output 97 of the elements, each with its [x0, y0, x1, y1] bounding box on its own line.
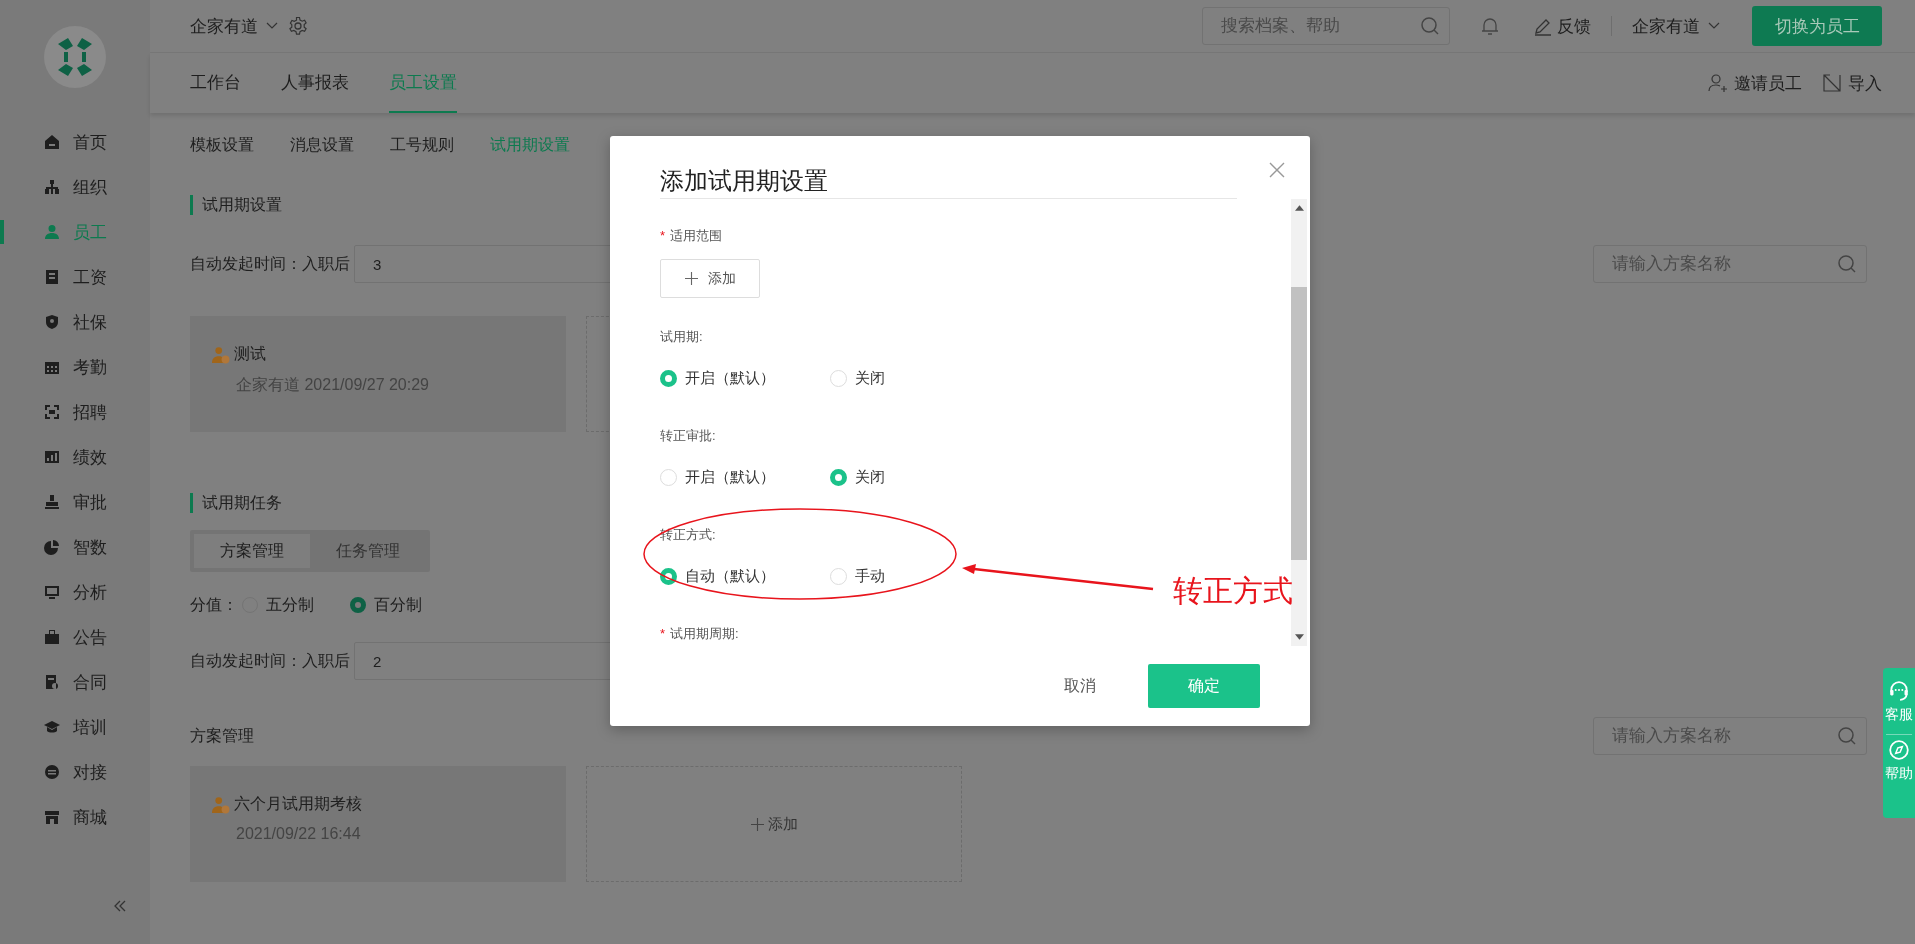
person-icon	[44, 224, 60, 240]
sidebar-item[interactable]: 社保	[0, 302, 150, 342]
radio-button[interactable]	[350, 597, 366, 613]
label-text: 适用范围	[670, 228, 723, 243]
label-text: 转正审批:	[660, 428, 716, 443]
required-mark: *	[660, 626, 666, 641]
add-person-icon[interactable]	[1708, 73, 1728, 93]
widget-label[interactable]: 客服	[1885, 706, 1913, 724]
sidebar-item[interactable]: 公告	[0, 617, 150, 657]
scrollbar[interactable]	[1291, 199, 1307, 646]
section-title: 方案管理	[190, 725, 254, 746]
field-label: 自动发起时间：入职后	[190, 253, 350, 274]
radio-label: 开启（默认）	[685, 368, 775, 388]
radio-label: 自动（默认）	[685, 566, 775, 586]
required-mark: *	[660, 228, 666, 243]
settings-icon[interactable]	[288, 16, 308, 36]
monitor-icon	[44, 584, 60, 600]
sidebar-item[interactable]: 对接	[0, 752, 150, 792]
plus-icon	[684, 272, 698, 285]
nav-tab[interactable]: 人事报表	[281, 53, 349, 113]
radio-label: 五分制	[266, 594, 314, 615]
company-name[interactable]: 企家有道	[190, 14, 258, 38]
sidebar-item[interactable]: 招聘	[0, 392, 150, 432]
segment-tab[interactable]: 方案管理	[194, 534, 310, 568]
pie-chart-icon	[44, 539, 60, 555]
bell-icon[interactable]	[1480, 16, 1500, 36]
plus-icon	[750, 817, 764, 831]
chevron-down-icon[interactable]	[1708, 22, 1720, 30]
confirm-button[interactable]: 确定	[1148, 664, 1260, 708]
house-icon	[44, 134, 60, 150]
radio-label: 手动	[855, 566, 885, 586]
sidebar-item[interactable]: 合同	[0, 662, 150, 702]
action-link[interactable]: 导入	[1848, 53, 1882, 113]
account-name[interactable]: 企家有道	[1632, 14, 1700, 38]
dialog-title: 添加试用期设置	[660, 164, 1237, 199]
segment-tab[interactable]: 任务管理	[310, 534, 426, 568]
scan-frame-icon	[44, 404, 60, 420]
sub-tab[interactable]: 工号规则	[390, 135, 454, 155]
sidebar-item[interactable]: 绩效	[0, 437, 150, 477]
label-text: 试用期周期:	[670, 626, 739, 641]
sidebar-item[interactable]: 考勤	[0, 347, 150, 387]
headset-icon[interactable]	[1888, 680, 1910, 702]
shield-icon	[44, 314, 60, 330]
store-icon	[44, 809, 60, 825]
annotation-label: 转正方式	[1173, 573, 1293, 609]
add-card[interactable]: 添加	[586, 766, 962, 882]
nav-tab[interactable]: 工作台	[190, 53, 241, 113]
card-title: 六个月试用期考核	[234, 794, 362, 814]
field-label: 分值：	[190, 594, 238, 615]
sidebar-item[interactable]: 首页	[0, 122, 150, 162]
sub-tab[interactable]: 模板设置	[190, 135, 254, 155]
briefcase-icon	[44, 629, 60, 645]
collapse-icon[interactable]	[112, 898, 128, 914]
sidebar-item[interactable]: 工资	[0, 257, 150, 297]
import-icon[interactable]	[1822, 73, 1842, 93]
stamp-icon	[44, 494, 60, 510]
radio-label: 关闭	[855, 368, 885, 388]
person-clock-icon	[212, 795, 230, 814]
calendar-icon	[44, 359, 60, 375]
sidebar-item[interactable]: 审批	[0, 482, 150, 522]
radio-button[interactable]	[660, 567, 677, 585]
graduation-cap-icon	[44, 719, 60, 735]
person-clock-icon	[212, 345, 230, 364]
sidebar-item[interactable]: 智数	[0, 527, 150, 567]
org-chart-icon	[44, 179, 60, 195]
document-icon	[44, 269, 60, 285]
action-link[interactable]: 邀请员工	[1734, 53, 1802, 113]
chevron-down-icon[interactable]	[266, 22, 278, 30]
radio-button[interactable]	[660, 369, 677, 387]
radio-label: 百分制	[374, 594, 422, 615]
cancel-button[interactable]: 取消	[1044, 664, 1116, 708]
close-icon[interactable]	[1269, 162, 1285, 178]
search-icon[interactable]	[1837, 254, 1857, 274]
sidebar-item[interactable]: 分析	[0, 572, 150, 612]
radio-label: 开启（默认）	[685, 467, 775, 487]
scroll-down-icon[interactable]	[1294, 634, 1304, 640]
field-label: 自动发起时间：入职后	[190, 650, 350, 671]
contract-icon	[44, 674, 60, 690]
widget-label[interactable]: 帮助	[1885, 765, 1913, 783]
card-title: 测试	[234, 344, 266, 364]
scroll-up-icon[interactable]	[1294, 205, 1304, 211]
sub-tab[interactable]: 消息设置	[290, 135, 354, 155]
bar-chart-icon	[44, 449, 60, 465]
search-icon[interactable]	[1420, 16, 1440, 36]
label-text: 试用期:	[660, 329, 703, 344]
radio-label: 关闭	[855, 467, 885, 487]
search-icon[interactable]	[1837, 726, 1857, 746]
radio-button[interactable]	[830, 468, 847, 486]
sidebar-item[interactable]: 培训	[0, 707, 150, 747]
logo-icon	[44, 26, 106, 88]
switch-to-employee-button[interactable]: 切换为员工	[1752, 6, 1882, 46]
sidebar-item[interactable]: 组织	[0, 167, 150, 207]
sidebar-item[interactable]: 商城	[0, 797, 150, 837]
exchange-icon	[44, 764, 60, 780]
feedback-link[interactable]: 反馈	[1557, 14, 1591, 38]
compass-icon[interactable]	[1888, 739, 1910, 761]
add-button[interactable]: 添加	[660, 259, 760, 298]
